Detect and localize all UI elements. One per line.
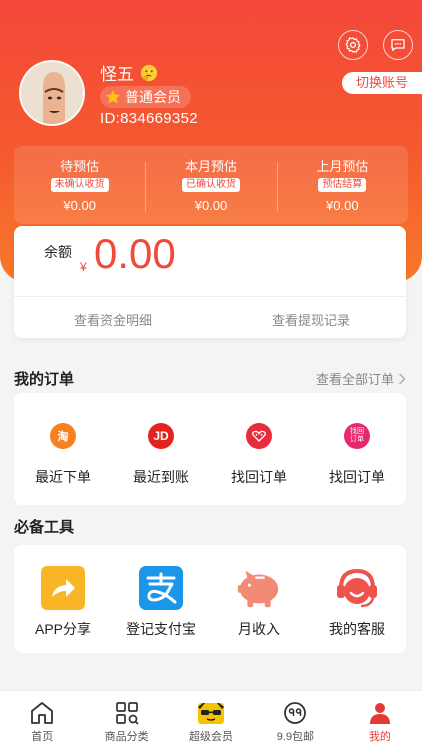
nav-super-member[interactable]: 超级会员 (169, 691, 253, 750)
jd-icon: JD (148, 423, 174, 449)
nav-category[interactable]: 商品分类 (84, 691, 168, 750)
earnings-estimates: 待预估 未确认收货 ¥0.00 本月预估 已确认收货 ¥0.00 上月预估 预估… (14, 146, 408, 224)
piggy-bank-icon (234, 563, 284, 613)
share-icon (38, 563, 88, 613)
star-icon (105, 89, 121, 104)
tool-customer-service[interactable]: 我的客服 (308, 545, 406, 653)
order-item-recent-orders[interactable]: 淘 最近下单 (14, 393, 112, 505)
tools-panel: APP分享 登记支付宝 月收入 我的客服 (14, 545, 406, 653)
tool-register-alipay[interactable]: 登记支付宝 (112, 545, 210, 653)
estimate-value: ¥0.00 (63, 198, 96, 213)
alipay-icon (136, 563, 186, 613)
tmall-icon (246, 423, 272, 449)
estimate-tag: 预估结算 (318, 178, 367, 192)
profile-icon (369, 703, 390, 724)
tool-label: 登记支付宝 (126, 621, 196, 637)
estimate-tag: 未确认收货 (50, 178, 109, 192)
switch-account-button[interactable]: 切换账号 (341, 72, 422, 94)
order-item-label: 最近到账 (133, 469, 189, 485)
balance-card: 余额 ¥ 0.00 查看资金明细 查看提现记录 (14, 226, 406, 338)
estimate-title: 本月预估 (184, 159, 237, 174)
nav-label: 商品分类 (104, 731, 149, 743)
orders-panel: 淘 最近下单 JD 最近到账 找回订单 找回 订单 找回订单 (14, 393, 406, 505)
order-item-label: 最近下单 (35, 469, 91, 485)
tool-label: 月收入 (238, 621, 280, 637)
tool-label: APP分享 (34, 621, 91, 637)
tools-section-title: 必备工具 (14, 519, 75, 536)
currency-symbol: ¥ (80, 260, 87, 274)
category-icon (115, 702, 139, 725)
balance-label: 余额 (44, 244, 72, 260)
view-all-orders-link[interactable]: 查看全部订单 (316, 369, 406, 388)
tool-label: 我的客服 (329, 621, 385, 637)
settings-button[interactable] (338, 30, 368, 60)
estimate-tag: 已确认收货 (181, 178, 240, 192)
tool-app-share[interactable]: APP分享 (14, 545, 112, 653)
avatar[interactable] (19, 60, 85, 126)
bottom-navigation: 首页 商品分类 超级会员 9.9包邮 我的 (0, 690, 422, 750)
taobao-icon: 淘 (50, 423, 76, 449)
orders-section-title: 我的订单 (14, 371, 75, 388)
customer-service-icon (332, 563, 382, 613)
user-id: ID:834669352 (100, 110, 198, 127)
withdraw-records-link[interactable]: 查看提现记录 (272, 310, 350, 329)
home-icon (31, 702, 54, 724)
member-level-badge: 普通会员 (100, 86, 191, 108)
gear-icon (345, 37, 361, 53)
find-order-icon: 找回 订单 (344, 423, 370, 449)
member-level-label: 普通会员 (125, 89, 181, 105)
nav-label: 9.9包邮 (276, 731, 315, 743)
estimate-pending[interactable]: 待预估 未确认收货 ¥0.00 (14, 146, 145, 224)
estimate-value: ¥0.00 (326, 198, 359, 213)
estimate-title: 待预估 (60, 159, 100, 174)
estimate-last-month[interactable]: 上月预估 预估结算 ¥0.00 (276, 146, 408, 224)
estimate-value: ¥0.00 (194, 198, 228, 213)
order-item-recent-arrivals[interactable]: JD 最近到账 (112, 393, 210, 505)
estimate-title: 上月预估 (316, 159, 369, 174)
fund-details-link[interactable]: 查看资金明细 (74, 310, 152, 329)
nav-profile[interactable]: 我的 (338, 691, 422, 750)
order-item-retrieve-tmall[interactable]: 找回订单 (210, 393, 308, 505)
nav-free-shipping[interactable]: 9.9包邮 (253, 691, 337, 750)
order-item-label: 找回订单 (231, 469, 287, 485)
order-item-label: 找回订单 (329, 469, 385, 485)
nav-label: 超级会员 (189, 731, 234, 743)
thinking-emoji-icon (140, 64, 158, 81)
estimate-this-month[interactable]: 本月预估 已确认收货 ¥0.00 (145, 146, 276, 224)
super-member-icon (198, 703, 225, 724)
chevron-right-icon (399, 373, 406, 384)
view-all-orders-label: 查看全部订单 (315, 372, 394, 387)
nav-label: 我的 (368, 731, 391, 743)
chat-icon (391, 39, 405, 51)
balance-amount: 0.00 (94, 230, 176, 277)
message-button[interactable] (383, 30, 413, 60)
order-item-retrieve-order[interactable]: 找回 订单 找回订单 (308, 393, 406, 505)
tool-monthly-income[interactable]: 月收入 (210, 545, 308, 653)
nav-label: 首页 (31, 731, 54, 743)
nav-home[interactable]: 首页 (0, 691, 84, 750)
free-shipping-icon (284, 702, 307, 724)
divider (14, 296, 406, 297)
username: 怪五 (100, 65, 134, 84)
